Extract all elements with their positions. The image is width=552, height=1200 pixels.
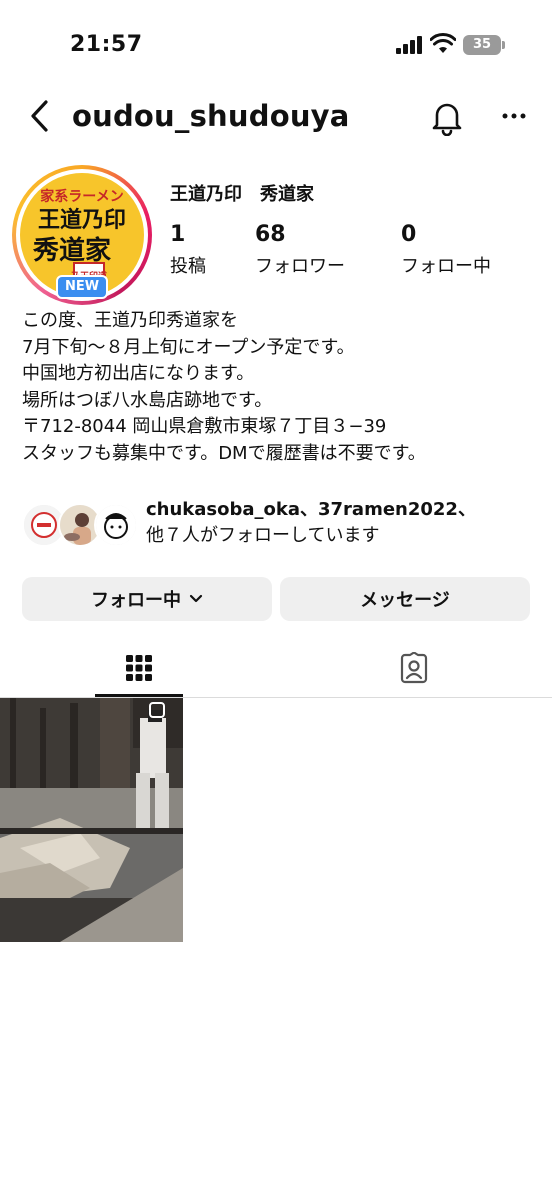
chevron-down-icon — [189, 594, 203, 603]
avatar-text-3: 秀道家 — [32, 235, 111, 266]
new-badge: NEW — [56, 275, 108, 299]
more-options-icon[interactable] — [500, 104, 528, 128]
followed-by-text[interactable]: chukasoba_oka、37ramen2022、 他７人がフォローしています — [146, 497, 546, 549]
cellular-signal-icon — [396, 36, 424, 54]
tab-tagged[interactable] — [370, 640, 458, 696]
status-time: 21:57 — [70, 32, 143, 57]
display-name: 王道乃印 秀道家 — [170, 184, 314, 205]
following-count[interactable]: 0 — [401, 222, 416, 247]
battery-icon: 35 — [463, 35, 501, 55]
wifi-icon — [430, 33, 456, 53]
bio-line: スタッフも募集中です。DMで履歴書は不要です。 — [22, 442, 426, 464]
followed-by-rest: 他７人がフォローしています — [146, 525, 380, 546]
notification-bell-icon[interactable] — [428, 98, 466, 136]
bio-line: 中国地方初出店になります。 — [22, 363, 255, 384]
bio-line: 場所はつぼ八水島店跡地です。 — [22, 389, 273, 411]
back-arrow-icon[interactable] — [26, 98, 56, 134]
grid-icon — [126, 655, 152, 681]
post-thumbnail[interactable] — [0, 698, 183, 942]
tagged-person-icon — [400, 652, 428, 684]
followed-by-names: chukasoba_oka、37ramen2022、 — [146, 499, 476, 520]
profile-username: oudou_shudouya — [72, 99, 350, 133]
followers-count[interactable]: 68 — [255, 222, 286, 247]
following-button[interactable]: フォロー中 — [22, 577, 272, 621]
following-button-label: フォロー中 — [91, 590, 181, 611]
posts-label[interactable]: 投稿 — [170, 252, 206, 278]
followers-label[interactable]: フォロワー — [255, 252, 345, 278]
bio-line: この度、王道乃印秀道家を — [22, 310, 238, 331]
following-label[interactable]: フォロー中 — [401, 252, 491, 278]
message-button[interactable]: メッセージ — [280, 577, 530, 621]
message-button-label: メッセージ — [360, 590, 450, 611]
post-image — [0, 698, 183, 942]
avatar-text-2: 王道乃印 — [38, 207, 126, 233]
posts-count[interactable]: 1 — [170, 222, 185, 247]
bio-line: 7月下旬〜８月上旬にオープン予定です。 — [22, 336, 355, 358]
avatar-text-1: 家系ラーメン — [40, 188, 123, 205]
battery-tip — [502, 41, 505, 49]
profile-bio: この度、王道乃印秀道家を 7月下旬〜８月上旬にオープン予定です。 中国地方初出店… — [22, 308, 542, 467]
tab-posts-grid[interactable] — [95, 640, 183, 696]
follower-avatar[interactable] — [94, 503, 138, 547]
follower-avatar-3-image — [96, 505, 136, 545]
bio-line: 〒712-8044 岡山県倉敷市東塚７丁目３−39 — [22, 416, 387, 437]
